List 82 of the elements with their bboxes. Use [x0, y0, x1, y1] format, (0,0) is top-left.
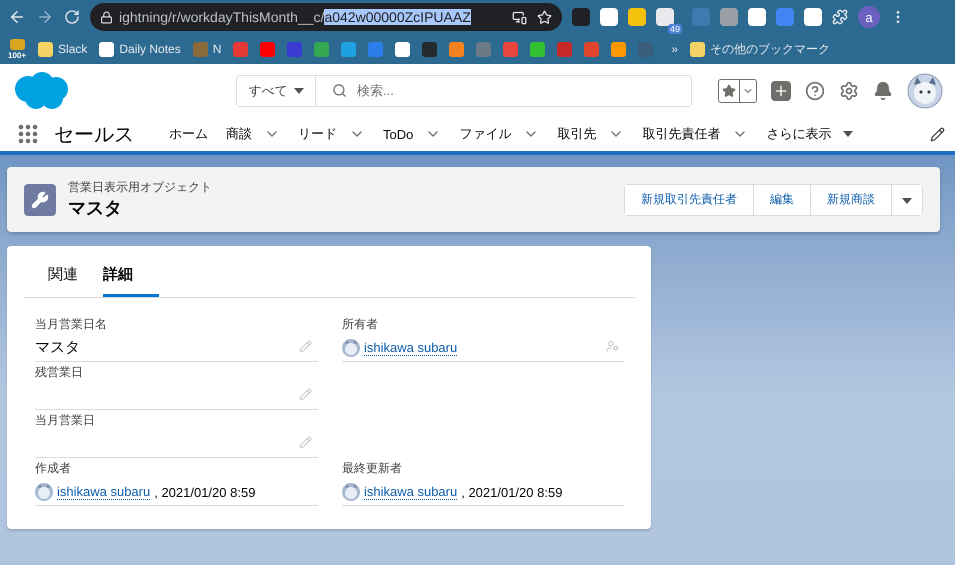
app-name: セールス	[54, 122, 134, 148]
bookmark-icon[interactable]	[38, 42, 54, 56]
extension-icon[interactable]	[600, 8, 618, 26]
reload-icon[interactable]	[64, 9, 80, 25]
nav-tab[interactable]: 商談	[217, 125, 289, 143]
search-icon	[332, 83, 347, 98]
folder-icon[interactable]	[690, 42, 706, 56]
search-scope[interactable]: すべて	[237, 76, 316, 106]
bookmark-count-label: 100+	[8, 50, 26, 60]
bookmark-icon[interactable]	[530, 42, 546, 56]
bookmark-label[interactable]: N	[212, 42, 222, 56]
star-icon	[722, 84, 736, 98]
notification-icon[interactable]	[873, 80, 893, 100]
app-launcher-icon[interactable]	[18, 124, 38, 144]
add-button[interactable]	[771, 80, 791, 100]
edit-nav-icon[interactable]	[930, 126, 945, 142]
bookmark-icon[interactable]	[395, 42, 410, 56]
bookmark-icon[interactable]	[422, 42, 438, 56]
search-bar[interactable]: すべて 検索...	[236, 74, 692, 106]
field-label: 最終更新者	[342, 460, 403, 477]
extension-icon[interactable]	[804, 8, 822, 26]
bookmark-item[interactable]: Daily Notes	[99, 42, 181, 56]
user-link[interactable]: ishikawa subaru	[364, 484, 458, 500]
nav-tab[interactable]: ファイル	[450, 125, 548, 143]
bookmark-icon[interactable]	[10, 38, 25, 50]
settings-icon[interactable]	[839, 80, 859, 100]
tab[interactable]: 関連	[23, 265, 103, 297]
user-avatar-icon	[342, 483, 360, 501]
bookmark-item[interactable]: N	[192, 42, 222, 56]
extension-icon[interactable]	[628, 8, 646, 26]
profile-avatar[interactable]: a	[858, 6, 880, 28]
caret-icon[interactable]	[902, 198, 912, 204]
nav-tab[interactable]: リード	[289, 125, 374, 143]
user-link[interactable]: ishikawa subaru	[364, 340, 458, 356]
caret-icon[interactable]	[294, 88, 304, 94]
date-time: , 2021/01/20 8:59	[461, 484, 562, 500]
field-label: 所有者	[342, 316, 379, 333]
cloud-logo[interactable]	[12, 70, 70, 110]
search-field[interactable]: 検索...	[355, 82, 691, 99]
field-label: 残営業日	[35, 364, 84, 381]
nav-tab[interactable]: ToDo	[374, 126, 450, 142]
nav-tab[interactable]: 取引先	[548, 125, 634, 143]
caret-icon[interactable]	[843, 131, 854, 137]
date-time: , 2021/01/20 8:59	[154, 484, 256, 500]
bookmark-star-icon[interactable]	[537, 10, 552, 24]
back-icon[interactable]	[8, 8, 26, 26]
help-icon[interactable]	[805, 80, 825, 100]
field-value: マスタ	[35, 338, 80, 357]
object-type: 営業日表示用オブジェクト	[68, 179, 212, 196]
extensions-icon[interactable]	[832, 9, 848, 25]
extension-icon[interactable]	[656, 8, 674, 26]
extension-count-label: 49	[668, 24, 682, 34]
more-nav-tab[interactable]: さらに表示	[757, 125, 862, 143]
bookmark-icon[interactable]	[611, 42, 626, 56]
bookmark-label[interactable]: Daily Notes	[119, 42, 181, 56]
user-avatar-icon	[342, 339, 360, 357]
user-link[interactable]: ishikawa subaru	[57, 484, 150, 500]
record-title: マスタ	[68, 197, 123, 220]
forward-icon[interactable]	[36, 8, 54, 26]
bookmark-label[interactable]: その他のブックマーク	[710, 40, 830, 58]
cast-icon[interactable]	[512, 10, 527, 24]
tab[interactable]: 詳細	[103, 265, 159, 297]
lock-icon	[100, 10, 113, 24]
field-label: 作成者	[35, 460, 72, 477]
field-label: 当月営業日	[35, 412, 96, 429]
extension-icon[interactable]	[748, 8, 766, 26]
bookmark-icon[interactable]	[99, 42, 114, 56]
nav-tab[interactable]: 取引先責任者	[633, 125, 758, 143]
wrench-icon	[24, 184, 56, 216]
plus-icon	[773, 82, 789, 98]
bookmark-label[interactable]: Slack	[58, 42, 88, 56]
favorites-button[interactable]	[718, 78, 757, 102]
action-button[interactable]: 新規取引先責任者	[625, 184, 754, 214]
user-avatar-icon	[35, 483, 53, 501]
address-bar[interactable]: ightning/r/workdayThisMonth__c/a042w00000ZcIPUAAZ	[90, 3, 562, 31]
user-avatar[interactable]	[907, 72, 943, 108]
field-label: 当月営業日名	[35, 316, 108, 333]
more-bookmarks[interactable]: »	[671, 42, 678, 56]
url-text: ightning/r/workdayThisMonth__c/a042w00000ZcIPUAAZ	[119, 9, 471, 25]
bookmark-item[interactable]: Slack	[38, 42, 88, 56]
nav-tab[interactable]: ホーム	[160, 125, 217, 143]
extension-icon[interactable]	[572, 8, 590, 26]
